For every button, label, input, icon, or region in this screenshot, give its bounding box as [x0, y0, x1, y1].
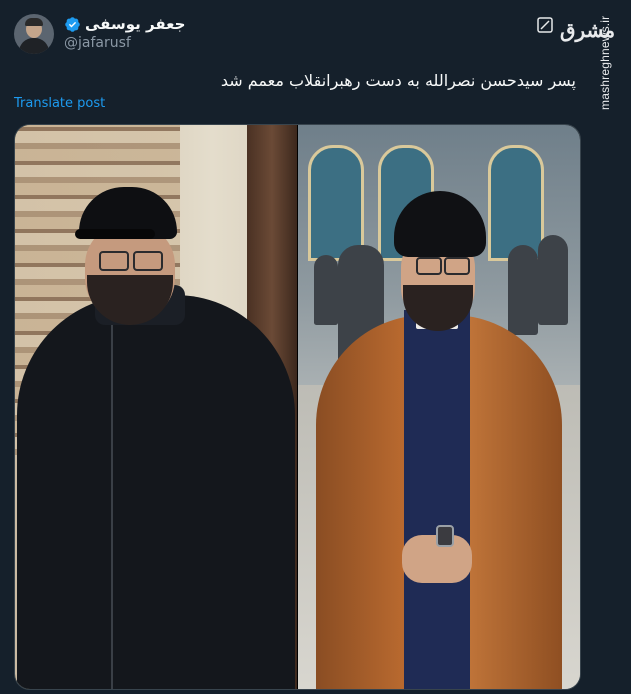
man-in-black-cap-photo[interactable]: [15, 125, 297, 689]
tweet-text: پسر سیدحسن نصرالله به دست رهبرانقلاب معم…: [220, 71, 576, 90]
author-display-name[interactable]: جعفر یوسفی: [85, 15, 185, 33]
black-jacket: [17, 295, 295, 689]
man-in-clerical-robe-photo[interactable]: [298, 125, 580, 689]
glasses-right-lens: [444, 257, 470, 275]
translate-post-link[interactable]: Translate post: [14, 96, 105, 111]
author-avatar[interactable]: [14, 14, 54, 54]
verified-badge-icon: [65, 16, 80, 32]
author-name-row: جعفر یوسفی: [64, 14, 185, 34]
tweet-media[interactable]: [14, 124, 581, 690]
jacket-zip: [111, 325, 113, 689]
avatar-hair-shape: [25, 18, 43, 26]
watermark-url: mashreghnews.ir: [598, 15, 612, 111]
watermark-logo: مشرق: [560, 18, 616, 42]
background-person: [314, 255, 338, 325]
avatar-body-shape: [19, 38, 49, 54]
grok-icon[interactable]: [537, 17, 553, 33]
wristwatch: [436, 525, 454, 547]
glasses-left-lens: [99, 251, 129, 271]
tweet-container: جعفر یوسفی @jafarusf مشرق mashreghnews.i…: [0, 0, 631, 694]
glasses-left-lens: [416, 257, 442, 275]
background-person: [508, 245, 538, 335]
cap-brim: [75, 229, 155, 239]
background-person: [538, 235, 568, 325]
shrine-arch: [488, 145, 544, 261]
shrine-arch: [308, 145, 364, 261]
author-handle[interactable]: @jafarusf: [64, 35, 131, 51]
navy-robe: [404, 310, 470, 689]
glasses-right-lens: [133, 251, 163, 271]
